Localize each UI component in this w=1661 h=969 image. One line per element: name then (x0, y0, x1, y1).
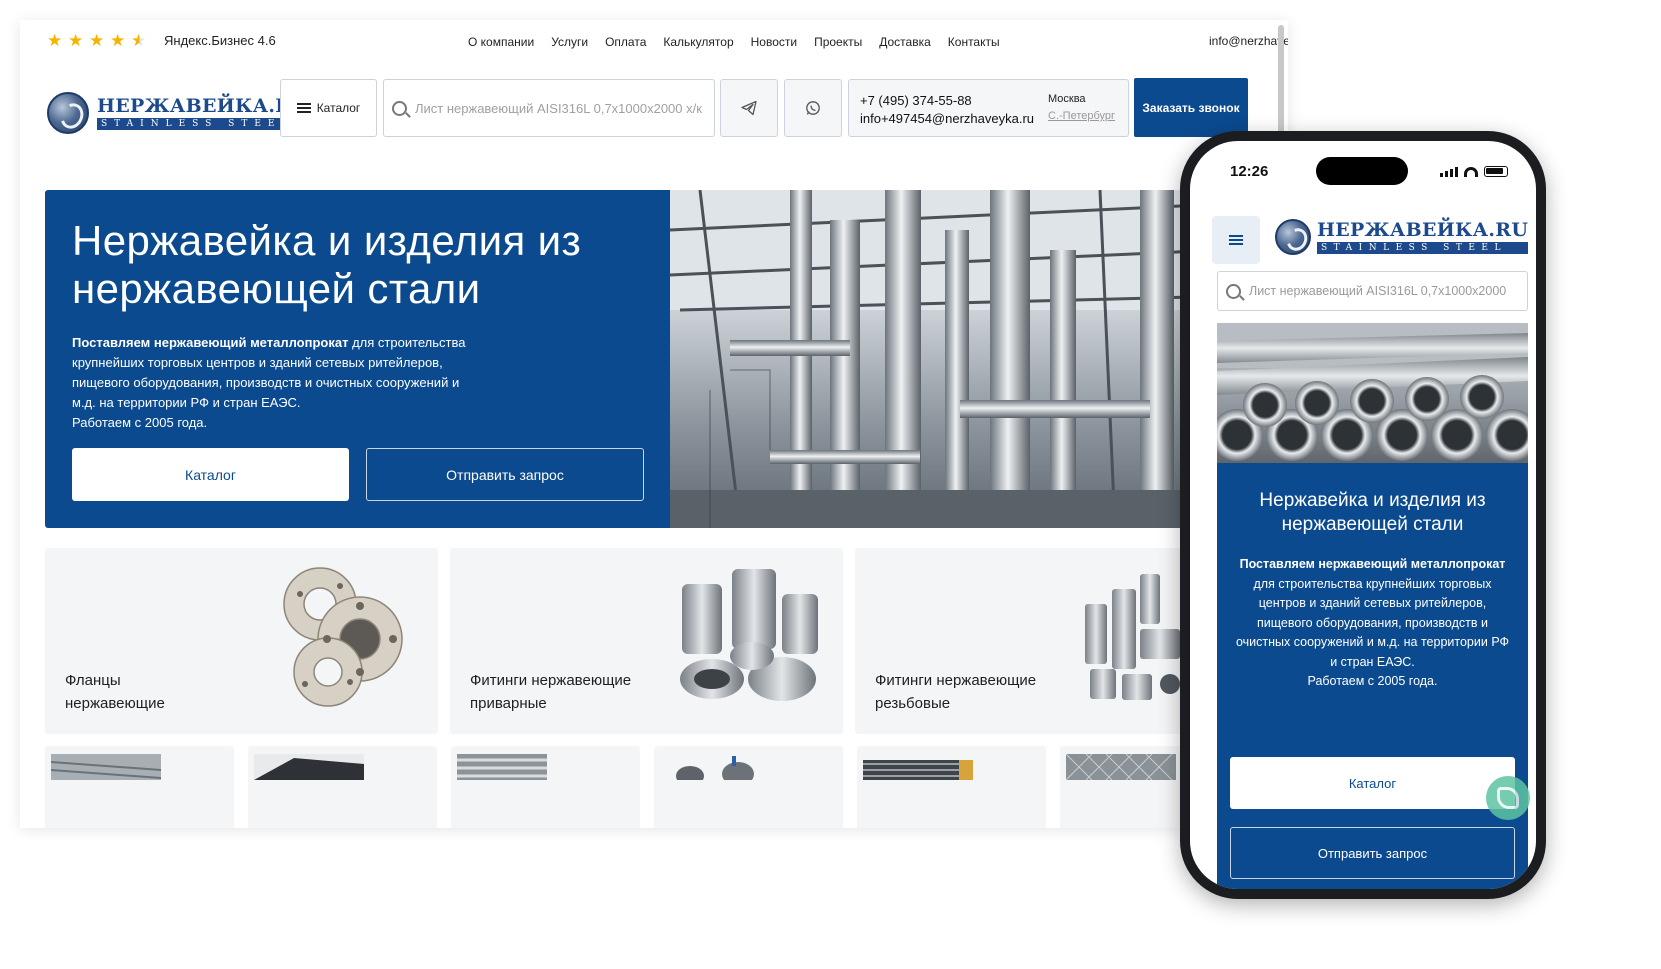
steel-sheets-image (51, 754, 161, 780)
mobile-hero-text: Поставляем нержавеющий металлопрокат для… (1235, 555, 1510, 692)
category-mini-card[interactable] (857, 746, 1046, 828)
hero-catalog-button[interactable]: Каталог (72, 448, 349, 501)
top-bar: ★ ★ ★ ★ ★ Яндекс.Бизнес 4.6 О компании У… (20, 20, 1288, 62)
logo-name: НЕРЖАВЕЙКА.RU (97, 95, 309, 117)
mobile-request-button[interactable]: Отправить запрос (1230, 827, 1515, 879)
star-icon: ★ (89, 31, 105, 50)
phone-number[interactable]: +7 (495) 374-55-88 (860, 93, 972, 108)
top-nav: О компании Услуги Оплата Калькулятор Нов… (468, 35, 1000, 49)
flanges-image (283, 567, 403, 707)
category-card-flanges[interactable]: Фланцы нержавеющие (45, 548, 438, 734)
search-icon[interactable] (1226, 283, 1241, 299)
category-title: Фитинги нержавеющие резьбовые (875, 672, 1037, 712)
steel-rods-image (863, 760, 973, 780)
category-mini-card[interactable] (45, 746, 234, 828)
star-icon: ★ (47, 31, 63, 50)
half-star-icon: ★ (131, 31, 147, 50)
telegram-button[interactable] (720, 79, 778, 137)
nav-link-contacts[interactable]: Контакты (948, 35, 1000, 49)
search-icon[interactable] (392, 100, 407, 116)
search-input[interactable] (415, 100, 714, 116)
logo-subtitle: STAINLESS STEEL (97, 118, 309, 130)
logo-name: НЕРЖАВЕЙКА.RU (1317, 219, 1529, 241)
nav-link-projects[interactable]: Проекты (814, 35, 862, 49)
nav-link-news[interactable]: Новости (751, 35, 797, 49)
mobile-search-box (1217, 271, 1528, 311)
nav-link-calculator[interactable]: Калькулятор (663, 35, 733, 49)
hero-text-bold: Поставляем нержавеющий металлопрокат (72, 335, 349, 350)
category-mini-card[interactable] (451, 746, 640, 828)
steel-pipes-image (457, 754, 547, 780)
signal-icon (1440, 166, 1458, 177)
steel-mesh-image (1066, 754, 1176, 780)
logo-emblem-icon (47, 92, 89, 134)
whatsapp-button[interactable] (784, 79, 842, 137)
steel-pipes-photo (1217, 323, 1528, 463)
wifi-icon (1464, 166, 1478, 177)
rating-stars: ★ ★ ★ ★ ★ (47, 32, 148, 49)
top-email-link[interactable]: info@nerzhaveyka.ru (1209, 34, 1288, 48)
mobile-hero: Нержавейка и изделия из нержавеющей стал… (1217, 463, 1528, 889)
hamburger-icon (296, 103, 311, 113)
mobile-hero-title: Нержавейка и изделия из нержавеющей стал… (1259, 490, 1486, 535)
hero-title: Нержавейка и изделия из нержавеющей стал… (72, 217, 582, 312)
contact-box: +7 (495) 374-55-88 info+497454@nerzhavey… (848, 79, 1129, 137)
site-logo[interactable]: НЕРЖАВЕЙКА.RU STAINLESS STEEL (47, 92, 309, 134)
star-icon: ★ (68, 31, 84, 50)
nav-link-payment[interactable]: Оплата (605, 35, 646, 49)
status-time: 12:26 (1230, 163, 1269, 180)
mobile-catalog-button[interactable]: Каталог (1230, 757, 1515, 809)
valves-image (676, 756, 754, 780)
category-mini-card[interactable] (654, 746, 843, 828)
category-title: Фитинги нержавеющие приварные (470, 672, 632, 712)
whatsapp-icon (806, 101, 820, 115)
welded-fittings-image (680, 569, 818, 701)
rating-label[interactable]: Яндекс.Бизнес 4.6 (164, 33, 276, 48)
desktop-window: ★ ★ ★ ★ ★ Яндекс.Бизнес 4.6 О компании У… (20, 20, 1288, 828)
dynamic-island (1316, 157, 1408, 185)
mobile-search-input[interactable] (1249, 284, 1527, 298)
hero-text-since: Работаем с 2005 года. (72, 415, 208, 430)
city-moscow[interactable]: Москва (1048, 93, 1086, 105)
mobile-logo[interactable]: НЕРЖАВЕЙКА.RU STAINLESS STEEL (1275, 219, 1529, 255)
hamburger-icon (1229, 235, 1243, 245)
battery-icon (1484, 166, 1508, 177)
order-call-button[interactable]: Заказать звонок (1134, 78, 1248, 137)
hero-request-button[interactable]: Отправить запрос (366, 448, 644, 501)
contact-email[interactable]: info+497454@nerzhaveyka.ru (860, 111, 1034, 126)
telegram-icon (741, 100, 757, 116)
hero-banner: Нержавейка и изделия из нержавеющей стал… (45, 190, 1265, 528)
mobile-menu-button[interactable] (1212, 216, 1260, 264)
category-title: Фланцы нержавеющие (65, 672, 165, 712)
phone-mockup: 12:26 НЕРЖАВЕЙКА.RU STAINLESS STEEL Лист… (1180, 131, 1546, 899)
nav-link-services[interactable]: Услуги (551, 35, 588, 49)
star-icon: ★ (110, 31, 126, 50)
mobile-hero-text-bold: Поставляем нержавеющий металлопрокат (1239, 557, 1506, 571)
scrollbar-thumb[interactable] (1278, 25, 1284, 135)
logo-emblem-icon (1275, 219, 1311, 255)
mobile-hero-text-rest: для строительства крупнейших торговых це… (1235, 576, 1510, 669)
steel-roll-image (254, 754, 364, 780)
chat-widget-icon[interactable] (1486, 776, 1530, 820)
category-card-welded-fittings[interactable]: Фитинги нержавеющие приварные (450, 548, 843, 734)
catalog-menu-button[interactable]: Каталог (280, 79, 377, 137)
city-spb-link[interactable]: С.-Петербург (1048, 110, 1115, 122)
hero-text: Поставляем нержавеющий металлопрокат для… (72, 333, 472, 433)
category-mini-card[interactable] (248, 746, 437, 828)
industrial-pipes-photo (670, 190, 1265, 528)
nav-link-about[interactable]: О компании (468, 35, 534, 49)
logo-subtitle: STAINLESS STEEL (1317, 242, 1529, 254)
mobile-hero-text-since: Работаем с 2005 года. (1307, 674, 1438, 688)
status-icons (1440, 166, 1508, 177)
nav-link-delivery[interactable]: Доставка (879, 35, 931, 49)
catalog-menu-label: Каталог (316, 101, 361, 115)
phone-screen: 12:26 НЕРЖАВЕЙКА.RU STAINLESS STEEL Лист… (1190, 141, 1536, 889)
search-box (383, 79, 715, 137)
